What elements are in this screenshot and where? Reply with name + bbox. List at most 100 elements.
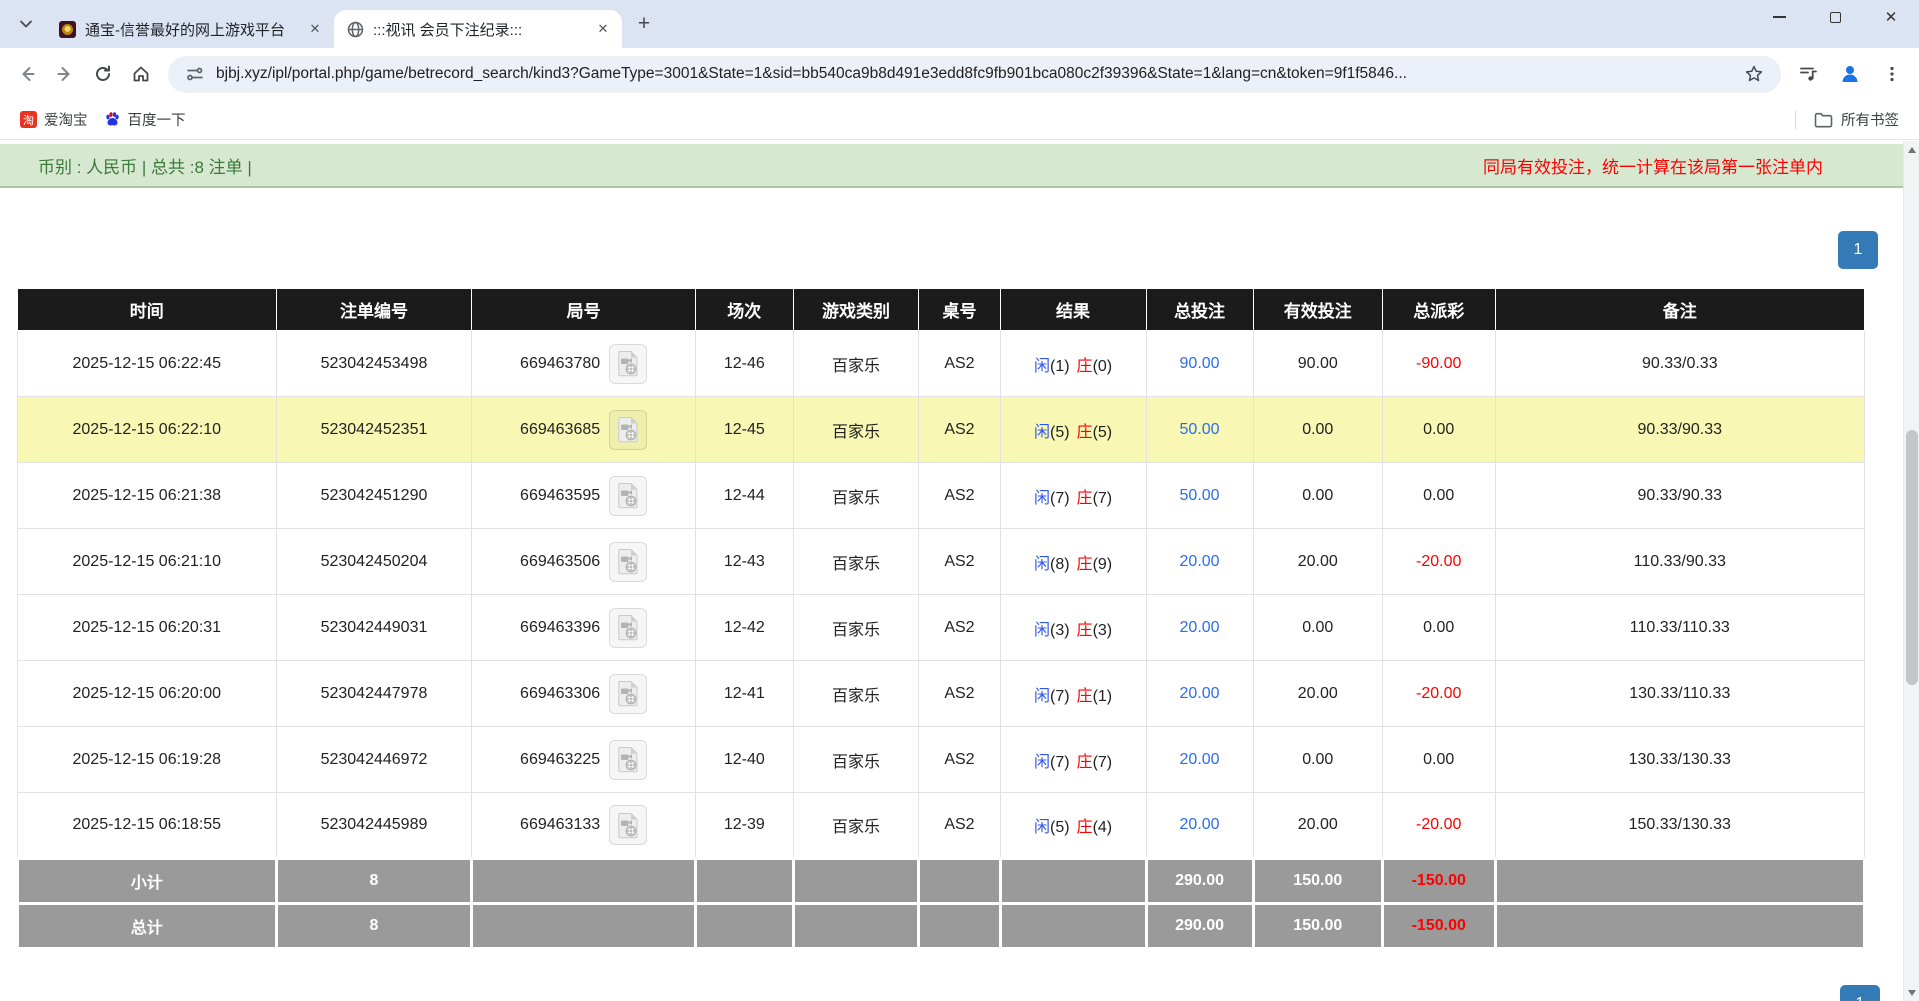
cell-payout: -20.00 [1382, 661, 1495, 727]
tab-title: 通宝-信誉最好的网上游戏平台 [85, 19, 297, 40]
cell-session: 12-45 [695, 397, 793, 463]
pagination-page-1-button-bottom[interactable]: 1 [1840, 985, 1880, 1001]
summary-label: 总计 [18, 904, 277, 949]
url-text[interactable]: bjbj.xyz/ipl/portal.php/game/betrecord_s… [216, 65, 1733, 83]
cell-time: 2025-12-15 06:19:28 [18, 727, 277, 793]
result-banker: 庄 [1077, 819, 1093, 836]
address-bar[interactable]: bjbj.xyz/ipl/portal.php/game/betrecord_s… [168, 56, 1781, 93]
cell-round: 669463506 [472, 529, 695, 595]
vertical-scrollbar[interactable] [1903, 141, 1919, 1001]
video-replay-button[interactable] [609, 476, 647, 516]
cell-total-bet: 20.00 [1146, 529, 1253, 595]
summary-payout: -150.00 [1382, 904, 1495, 949]
result-banker-count: (3) [1093, 622, 1113, 639]
column-header: 总投注 [1146, 289, 1253, 331]
cell-game-type: 百家乐 [793, 793, 919, 859]
cell-bet-id: 523042451290 [276, 463, 472, 529]
maximize-button[interactable] [1807, 0, 1863, 34]
close-button[interactable]: ✕ [1863, 0, 1919, 34]
result-player-count: (5) [1050, 819, 1070, 836]
scrollbar-thumb[interactable] [1906, 430, 1918, 685]
video-replay-button[interactable] [609, 740, 647, 780]
menu-button[interactable] [1873, 55, 1911, 93]
result-banker: 庄 [1077, 688, 1093, 705]
home-button[interactable] [122, 55, 160, 93]
reload-button[interactable] [84, 55, 122, 93]
cell-game-type: 百家乐 [793, 661, 919, 727]
video-replay-button[interactable] [609, 410, 647, 450]
cell-table-no: AS2 [919, 463, 1000, 529]
tab-close-icon[interactable]: ✕ [594, 20, 612, 38]
bookmark-label: 爱淘宝 [44, 109, 88, 130]
result-player-count: (7) [1050, 490, 1070, 507]
tab-close-icon[interactable]: ✕ [306, 20, 324, 38]
back-button[interactable] [8, 55, 46, 93]
column-header: 总派彩 [1382, 289, 1495, 331]
table-body: 2025-12-15 06:22:45 523042453498 6694637… [18, 331, 1865, 859]
summary-label: 小计 [18, 859, 277, 904]
cell-valid-bet: 0.00 [1253, 727, 1382, 793]
cell-result: 闲(5)庄(4) [1000, 793, 1146, 859]
profile-button[interactable] [1831, 55, 1869, 93]
new-tab-button[interactable]: + [630, 10, 658, 38]
pagination-page-1-button[interactable]: 1 [1838, 231, 1878, 269]
minimize-button[interactable] [1751, 0, 1807, 34]
bookmark-baidu[interactable]: 百度一下 [96, 105, 194, 134]
all-bookmarks-button[interactable]: 所有书签 [1806, 105, 1907, 134]
result-banker-count: (9) [1093, 556, 1113, 573]
star-icon [1744, 64, 1764, 84]
scroll-down-button[interactable] [1904, 984, 1919, 1001]
cell-total-bet: 50.00 [1146, 397, 1253, 463]
video-replay-button[interactable] [609, 344, 647, 384]
cell-table-no: AS2 [919, 727, 1000, 793]
cell-session: 12-44 [695, 463, 793, 529]
cell-note: 90.33/90.33 [1495, 397, 1864, 463]
bookmark-aitaobao[interactable]: 淘 爱淘宝 [12, 105, 96, 134]
column-header: 桌号 [919, 289, 1000, 331]
cell-total-bet: 20.00 [1146, 661, 1253, 727]
cell-result: 闲(3)庄(3) [1000, 595, 1146, 661]
site-info-icon[interactable] [182, 61, 208, 87]
cell-round: 669463306 [472, 661, 695, 727]
video-replay-button[interactable] [609, 674, 647, 714]
tab-search-button[interactable] [14, 12, 38, 36]
cell-total-bet: 90.00 [1146, 331, 1253, 397]
back-icon [17, 64, 37, 84]
media-controls-button[interactable] [1789, 55, 1827, 93]
video-replay-button[interactable] [609, 542, 647, 582]
forward-button[interactable] [46, 55, 84, 93]
tab-bet-record[interactable]: :::视讯 会员下注纪录::: ✕ [334, 10, 622, 48]
cell-valid-bet: 0.00 [1253, 463, 1382, 529]
result-banker-count: (4) [1093, 819, 1113, 836]
tab-strip: 通宝-信誉最好的网上游戏平台 ✕ :::视讯 会员下注纪录::: ✕ + ✕ [0, 0, 1919, 48]
cell-payout: 0.00 [1382, 727, 1495, 793]
cell-note: 110.33/110.33 [1495, 595, 1864, 661]
tab-tongbao[interactable]: 通宝-信誉最好的网上游戏平台 ✕ [46, 10, 334, 48]
cell-session: 12-41 [695, 661, 793, 727]
cell-round: 669463225 [472, 727, 695, 793]
video-replay-button[interactable] [609, 608, 647, 648]
cell-note: 130.33/110.33 [1495, 661, 1864, 727]
round-number: 669463595 [520, 487, 600, 504]
result-banker: 庄 [1077, 358, 1093, 375]
scroll-up-button[interactable] [1904, 141, 1919, 158]
cell-payout: 0.00 [1382, 397, 1495, 463]
table-row: 2025-12-15 06:21:10 523042450204 6694635… [18, 529, 1865, 595]
table-row: 2025-12-15 06:21:38 523042451290 6694635… [18, 463, 1865, 529]
cell-game-type: 百家乐 [793, 397, 919, 463]
video-replay-button[interactable] [609, 805, 647, 845]
bookmark-star-button[interactable] [1741, 61, 1767, 87]
column-header: 结果 [1000, 289, 1146, 331]
table-row: 2025-12-15 06:20:31 523042449031 6694633… [18, 595, 1865, 661]
table-row: 2025-12-15 06:22:45 523042453498 6694637… [18, 331, 1865, 397]
result-banker-count: (0) [1093, 358, 1113, 375]
cell-time: 2025-12-15 06:21:10 [18, 529, 277, 595]
result-player-count: (5) [1050, 424, 1070, 441]
round-number: 669463780 [520, 355, 600, 372]
cell-note: 130.33/130.33 [1495, 727, 1864, 793]
result-banker-count: (7) [1093, 754, 1113, 771]
reload-icon [93, 64, 113, 84]
video-file-icon [617, 746, 640, 773]
result-banker-count: (5) [1093, 424, 1113, 441]
cell-session: 12-42 [695, 595, 793, 661]
